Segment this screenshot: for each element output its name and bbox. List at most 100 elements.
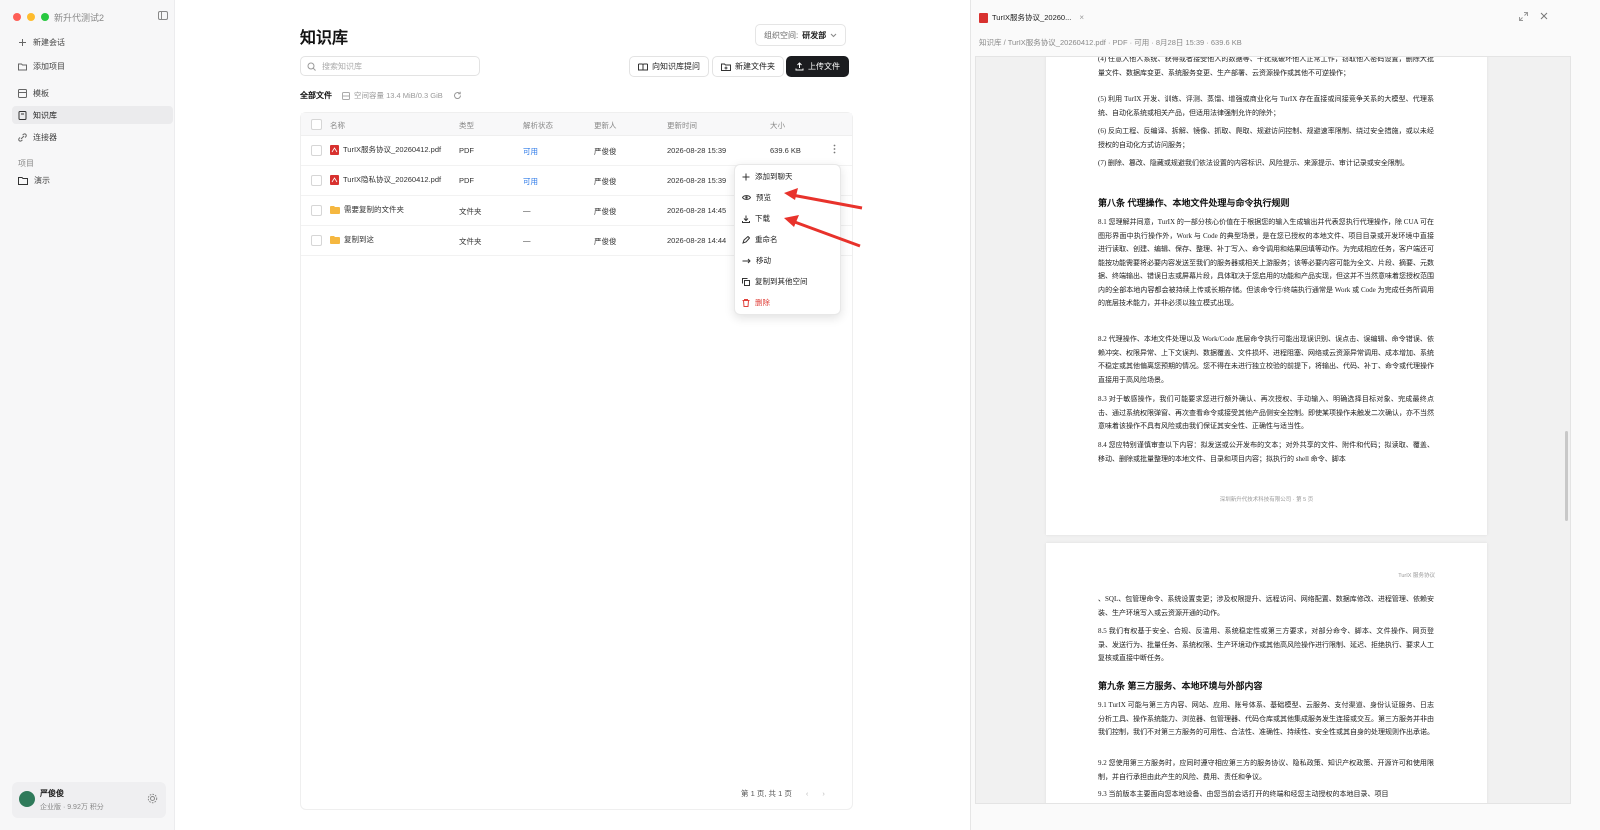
book-open-icon [638,63,648,71]
menu-item-label: 添加到聊天 [755,172,793,181]
maximize-window-button[interactable] [41,13,49,21]
menu-item-download[interactable]: 下载 [742,213,770,224]
ask-knowledge-base-button[interactable]: 向知识库提问 [629,56,709,77]
chevron-right-icon[interactable]: › [822,789,825,798]
close-window-button[interactable] [13,13,21,21]
pdf-paragraph: 8.5 我们有权基于安全、合规、反滥用、系统稳定性或第三方要求，对部分命令、脚本… [1098,627,1434,662]
search-input[interactable] [320,60,474,72]
preview-window-controls [1519,12,1548,21]
menu-item-add-to-chat[interactable]: 添加到聊天 [742,171,793,182]
sidebar-item-label: 知识库 [33,110,57,120]
sidebar-item-new-chat[interactable]: 新建会话 [18,33,65,51]
user-name: 严俊俊 [40,789,64,798]
file-type: 文件夹 [459,237,482,246]
more-vertical-icon[interactable] [833,144,836,154]
chevron-left-icon[interactable]: ‹ [806,789,809,798]
updated-time: 2026-08-28 14:44 [667,236,727,245]
pdf-paragraph: (4) 任意入他人系统、获得或者接受他人的数据等、干扰或破坏他人正常工作，窃取他… [1098,56,1434,77]
eye-icon [742,194,751,201]
file-type: PDF [459,146,474,155]
close-tab-icon[interactable]: × [1079,13,1084,22]
menu-item-copy-to-space[interactable]: 复制到其他空间 [742,276,808,287]
pdf-scrollbar[interactable] [1565,431,1568,521]
minimize-window-button[interactable] [27,13,35,21]
page-title: 知识库 [300,30,349,47]
pagination: 第 1 页, 共 1 页 ‹ › [741,788,825,799]
page-info: 第 1 页, 共 1 页 [741,789,792,798]
download-icon [742,215,750,223]
file-name: 复制到这 [344,235,374,244]
close-icon[interactable] [1540,12,1548,21]
folder-plus-icon [721,63,731,71]
template-icon [18,88,27,98]
org-space-selector[interactable]: 组织空间: 研发部 [755,24,847,46]
org-value: 研发部 [802,30,827,40]
updater: 严俊俊 [594,177,617,186]
user-profile[interactable]: 严俊俊 企业版 · 9.92万 积分 [12,782,166,818]
column-header[interactable]: 更新时间 [667,120,697,131]
tab-all-files[interactable]: 全部文件 [300,90,332,101]
pdf-paragraph: (7) 删除、篡改、隐藏或规避我们依法设置的内容标识、风险提示、来源提示、审计记… [1098,159,1409,167]
sidebar-item-label: 演示 [34,175,50,185]
storage-capacity: 空间容量 13.4 MiB/0.3 GiB [342,90,443,101]
upload-file-button[interactable]: 上传文件 [786,56,849,77]
row-checkbox[interactable] [311,205,322,216]
folder-add-icon [18,62,27,71]
menu-item-move[interactable]: 移动 [742,255,771,266]
pdf-viewer[interactable]: (4) 任意入他人系统、获得或者接受他人的数据等、干扰或破坏他人正常工作，窃取他… [975,56,1571,804]
column-header[interactable]: 名称 [330,120,345,131]
column-header[interactable]: 大小 [770,120,785,131]
sidebar-toggle-icon[interactable] [158,11,168,20]
menu-item-rename[interactable]: 重命名 [742,234,778,245]
file-name-cell[interactable]: 复制到这 [330,234,374,245]
pdf-paragraph: 、SQL、包管理命令、系统设置变更；涉及权限提升、远程访问、网络配置、数据库修改… [1098,595,1434,617]
expand-icon[interactable] [1519,12,1528,21]
annotation-arrows [784,188,863,248]
file-name-cell[interactable]: TurIX服务协议_20260412.pdf [330,144,441,155]
menu-item-label: 预览 [756,193,771,202]
pdf-page-footer: 深圳新升代技术科技有限公司 · 第 5 页 [1219,497,1314,503]
file-name: TurIX服务协议_20260412.pdf [343,145,442,154]
search-icon [307,62,316,71]
sidebar-item-templates[interactable]: 模板 [18,84,49,102]
row-checkbox[interactable] [311,175,322,186]
sidebar-item-label: 模板 [33,88,49,98]
updater: 严俊俊 [594,207,617,216]
capacity-text: 空间容量 13.4 MiB/0.3 GiB [354,91,443,100]
row-checkbox[interactable] [311,235,322,246]
table-row[interactable]: TurIX服务协议_20260412.pdf PDF 可用 严俊俊 2026-0… [301,136,852,166]
sidebar-item-knowledge-base[interactable]: 知识库 [12,106,173,124]
column-header[interactable]: 更新人 [594,120,617,131]
row-checkbox[interactable] [311,145,322,156]
pdf-paragraph: (5) 利用 TurIX 开发、训练、评测、蒸馏、增强或商业化与 TurIX 存… [1098,95,1434,117]
workspace-name[interactable]: 新升代测试2 [54,11,104,24]
sidebar-item-add-project[interactable]: 添加项目 [18,57,65,75]
pdf-page: TurIX 服务协议 、SQL、包管理命令、系统设置变更；涉及权限提升、远程访问… [1046,543,1487,803]
menu-item-label: 下载 [755,214,770,223]
select-all-checkbox[interactable] [311,119,322,130]
new-folder-button[interactable]: 新建文件夹 [712,56,784,77]
column-header[interactable]: 解析状态 [523,120,553,131]
updated-time: 2026-08-28 15:39 [667,176,727,185]
sidebar: 新升代测试2 新建会话 添加项目 模板 知识库 连接器 项目 演示 严俊俊 企业… [0,0,175,830]
gear-icon[interactable] [147,793,158,804]
file-name-cell[interactable]: TurIX隐私协议_20260412.pdf [330,174,441,185]
sidebar-item-connectors[interactable]: 连接器 [18,128,57,146]
menu-item-label: 移动 [756,256,771,265]
menu-item-label: 复制到其他空间 [755,277,808,286]
updater: 严俊俊 [594,147,617,156]
pdf-paragraph: 9.2 您使用第三方服务时，应同时遵守相应第三方的服务协议、隐私政策、知识产权政… [1098,759,1434,781]
refresh-icon[interactable] [453,91,462,100]
sidebar-item-project-demo[interactable]: 演示 [18,171,50,189]
link-icon [18,132,27,142]
file-name-cell[interactable]: 需要复制的文件夹 [330,204,404,215]
menu-item-preview[interactable]: 预览 [742,192,771,203]
column-header[interactable]: 类型 [459,120,474,131]
menu-item-delete[interactable]: 删除 [742,297,770,308]
search-box[interactable] [300,56,480,76]
preview-tab[interactable]: TurIX服务协议_20260... × [979,10,1089,25]
file-tabs: 全部文件 空间容量 13.4 MiB/0.3 GiB [300,90,462,101]
updated-time: 2026-08-28 14:45 [667,206,727,215]
user-plan: 企业版 · 9.92万 积分 [40,804,104,811]
folder-icon [330,235,340,244]
